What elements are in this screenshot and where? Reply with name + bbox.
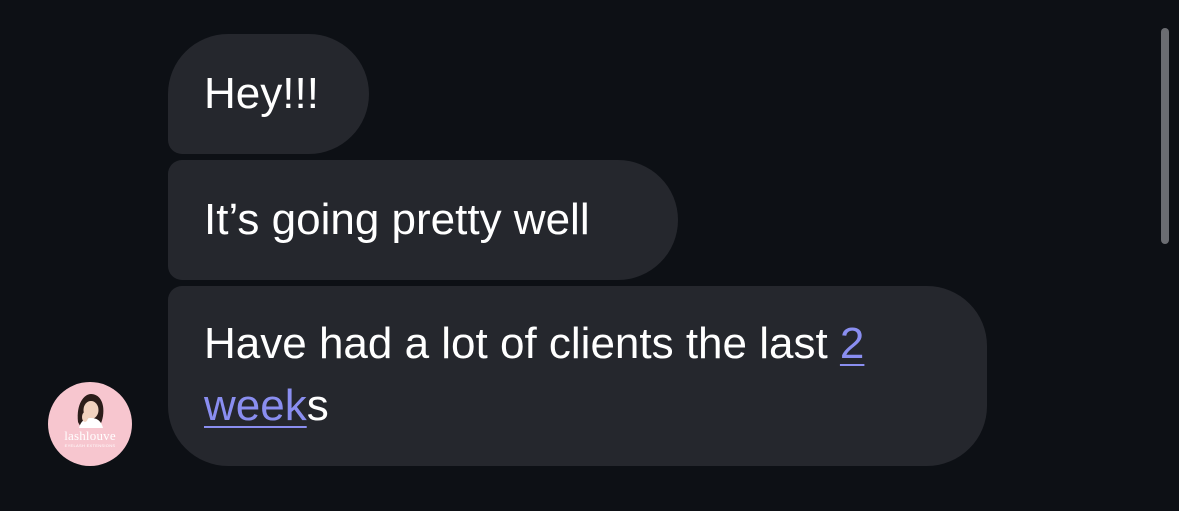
- avatar-brand-text: lashlouve: [64, 428, 116, 443]
- scrollbar[interactable]: [1161, 28, 1169, 244]
- message-bubble[interactable]: Hey!!!: [168, 34, 369, 154]
- message-thread: Hey!!! It’s going pretty well Have had a…: [0, 0, 1179, 511]
- message-bubble[interactable]: Have had a lot of clients the last 2 week…: [168, 286, 987, 466]
- message-text-suffix: s: [306, 381, 329, 430]
- date-link-continued[interactable]: week: [204, 381, 307, 430]
- avatar-logo-icon: [77, 394, 104, 428]
- avatar[interactable]: lashlouve EYELASH EXTENSIONS: [48, 382, 132, 466]
- avatar-brand-subtitle: EYELASH EXTENSIONS: [64, 443, 116, 448]
- message-text: Hey!!!: [204, 69, 319, 118]
- message-text: Have had a lot of clients the last: [204, 319, 840, 368]
- date-link[interactable]: 2: [840, 319, 864, 368]
- message-text: It’s going pretty well: [204, 195, 590, 244]
- message-bubble[interactable]: It’s going pretty well: [168, 160, 678, 280]
